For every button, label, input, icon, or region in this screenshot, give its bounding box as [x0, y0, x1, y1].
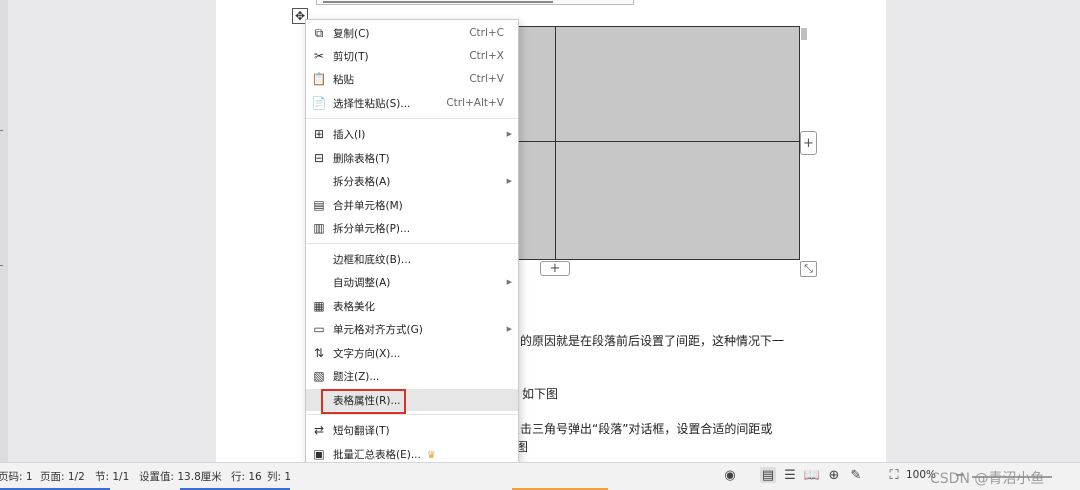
menu-item-paste-special[interactable]: 📄 选择性粘贴(S)... Ctrl+Alt+V [306, 92, 518, 114]
table-scroll-indicator [801, 28, 807, 40]
menu-item-caption[interactable]: ▧ 题注(Z)... [306, 365, 518, 387]
status-setting-value[interactable]: 设置值: 13.8厘米 [139, 469, 222, 484]
menu-separator [306, 243, 518, 244]
reading-view-icon[interactable]: 📖 [804, 467, 820, 483]
menu-item-auto-fit[interactable]: 自动调整(A) ▶ [306, 271, 518, 293]
menu-item-label: 复制(C) [333, 27, 370, 40]
menu-item-table-beautify[interactable]: ▦ 表格美化 [306, 295, 518, 317]
menu-item-shortcut: Ctrl+V [469, 73, 504, 85]
menu-item-label: 表格美化 [333, 300, 375, 313]
menu-item-label: 单元格对齐方式(G) [333, 323, 423, 336]
page-view-icon[interactable]: ▤ [760, 467, 776, 483]
add-column-button[interactable]: + [800, 131, 817, 155]
highlight-annotation-box [321, 389, 406, 414]
table-delete-icon: ⊟ [313, 151, 325, 165]
menu-item-cut[interactable]: ✂ 剪切(T) Ctrl+X [306, 45, 518, 67]
ruler-tick [0, 265, 3, 266]
batch-summary-icon: ▣ [313, 447, 325, 461]
scissors-icon: ✂ [313, 49, 325, 63]
menu-item-insert[interactable]: ⊞ 插入(I) ▶ [306, 123, 518, 145]
previous-text-fragment [316, 0, 634, 5]
cell-align-icon: ▭ [313, 322, 325, 336]
menu-item-paste[interactable]: 📋 粘贴 Ctrl+V [306, 68, 518, 90]
status-page-code: 页码: 1 [0, 471, 33, 483]
menu-item-label: 题注(Z)... [333, 370, 380, 383]
merge-cells-icon: ▤ [313, 198, 325, 212]
paste-icon: 📋 [311, 72, 327, 86]
status-column: 列: 1 [267, 471, 292, 483]
submenu-arrow-icon: ▶ [506, 177, 512, 185]
table-resize-handle-icon[interactable]: ⤡ [800, 261, 817, 277]
status-bar: 页码: 1 页面: 1/2 节: 1/1 设置值: 13.8厘米 行: 16 列… [0, 462, 1080, 490]
text-direction-icon: ⇅ [313, 346, 325, 360]
submenu-arrow-icon: ▶ [506, 278, 512, 286]
menu-item-label: 剪切(T) [333, 50, 369, 63]
menu-item-translate[interactable]: ⇄ 短句翻译(T) [306, 419, 518, 441]
menu-item-cell-alignment[interactable]: ▭ 单元格对齐方式(G) ▶ [306, 318, 518, 340]
menu-item-shortcut: Ctrl+Alt+V [446, 97, 504, 109]
split-cells-icon: ▥ [313, 221, 325, 235]
menu-separator [306, 118, 518, 119]
menu-separator [306, 414, 518, 415]
menu-item-text-direction[interactable]: ⇅ 文字方向(X)... [306, 342, 518, 364]
menu-item-shortcut: Ctrl+C [469, 27, 504, 39]
menu-item-split-table[interactable]: 拆分表格(A) ▶ [306, 170, 518, 192]
crown-icon: ♛ [426, 449, 436, 461]
status-section: 节: 1/1 [95, 471, 130, 483]
menu-item-label: 文字方向(X)... [333, 347, 401, 360]
submenu-arrow-icon: ▶ [506, 325, 512, 333]
status-page: 页面: 1/2 [40, 471, 85, 483]
menu-item-label: 短句翻译(T) [333, 424, 390, 437]
menu-item-label: 删除表格(T) [333, 152, 390, 165]
status-row: 行: 16 [231, 471, 262, 483]
menu-item-label: 自动调整(A) [333, 276, 391, 289]
table-insert-icon: ⊞ [313, 127, 325, 141]
add-row-button[interactable]: + [540, 261, 570, 276]
menu-item-label: 粘贴 [333, 73, 354, 86]
menu-item-label: 合并单元格(M) [333, 199, 403, 212]
menu-item-delete-table[interactable]: ⊟ 删除表格(T) [306, 147, 518, 169]
pen-icon[interactable]: ✎ [848, 467, 864, 483]
menu-item-shortcut: Ctrl+X [469, 50, 504, 62]
document-text-line: 出的原因就是在段落前后设置了间距，这种情况下一 [508, 334, 785, 348]
menu-item-label: 插入(I) [333, 128, 366, 141]
submenu-arrow-icon: ▶ [506, 130, 512, 138]
menu-item-copy[interactable]: ⧉ 复制(C) Ctrl+C [306, 22, 518, 44]
copy-icon: ⧉ [314, 25, 324, 40]
menu-item-label: 拆分单元格(P)... [333, 222, 411, 235]
menu-item-split-cells[interactable]: ▥ 拆分单元格(P)... [306, 217, 518, 239]
menu-item-merge-cells[interactable]: ▤ 合并单元格(M) [306, 194, 518, 216]
web-view-icon[interactable]: ⊕ [826, 467, 842, 483]
left-edge-ruler [0, 0, 8, 462]
menu-item-label: 边框和底纹(B)... [333, 253, 411, 266]
document-text-line: 点击三角号弹出“段落”对话框，设置合适的间距或 [508, 422, 773, 436]
table-column-border [555, 27, 556, 259]
paste-special-icon: 📄 [311, 96, 327, 110]
table-beautify-icon: ▦ [313, 299, 325, 313]
menu-item-borders-shading[interactable]: 边框和底纹(B)... [306, 248, 518, 270]
caption-icon: ▧ [313, 369, 325, 383]
ruler-tick [0, 130, 3, 131]
menu-item-label: 选择性粘贴(S)... [333, 97, 411, 110]
outline-view-icon[interactable]: ☰ [782, 467, 798, 483]
eye-protection-icon[interactable]: ◉ [722, 467, 738, 483]
translate-icon: ⇄ [313, 423, 325, 437]
watermark: CSDN @青沼小鱼 [930, 471, 1045, 487]
menu-item-label: 拆分表格(A) [333, 175, 391, 188]
menu-item-label: 批量汇总表格(E)... ♛ [333, 448, 436, 461]
fit-page-icon[interactable]: ⛶ [886, 467, 902, 483]
